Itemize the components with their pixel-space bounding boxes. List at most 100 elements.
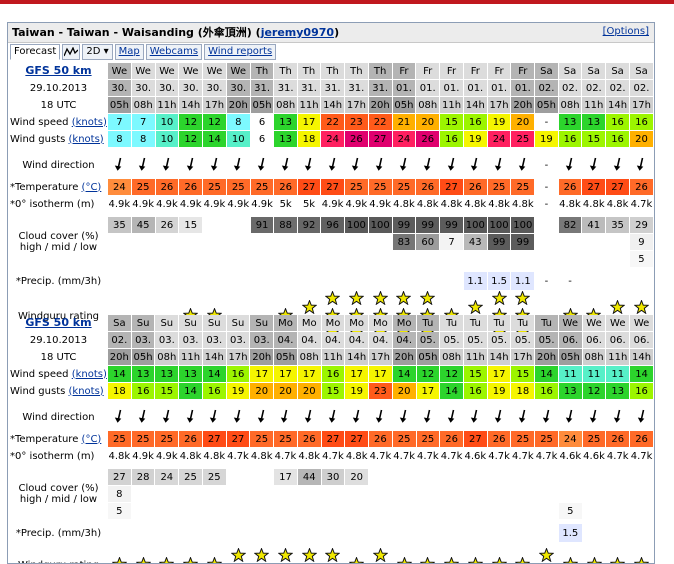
temperature-cell: 25 <box>416 431 440 447</box>
knots-link[interactable]: (knots) <box>72 117 107 128</box>
day-cell: We <box>203 63 226 79</box>
cloud-low-cell <box>297 503 321 519</box>
hour-cell: 17h <box>344 97 368 113</box>
knots-link[interactable]: (knots) <box>72 369 107 380</box>
hour-cell: 20h <box>226 97 250 113</box>
wind-arrow-icon <box>138 409 146 423</box>
isotherm-cell: 4.9k <box>251 198 273 210</box>
temperature-cell: 25 <box>131 179 155 195</box>
tab-chart[interactable] <box>62 44 81 60</box>
day-cell: We <box>155 63 179 79</box>
hour-cell: 11h <box>440 97 463 113</box>
day-cell: Su <box>131 315 155 331</box>
temperature-cell: 26 <box>630 431 653 447</box>
cloud-high-cell: 29 <box>629 217 653 233</box>
wind-speed-cell: 12 <box>203 114 226 130</box>
day-cell: Tu <box>463 315 487 331</box>
rating-cell <box>440 543 463 563</box>
precip-cell <box>322 524 345 542</box>
date-cell: 03. <box>202 332 226 348</box>
knots-link[interactable]: (knots) <box>69 134 104 145</box>
day-cell: We <box>107 63 131 79</box>
day-cell: Fr <box>463 63 487 79</box>
wind-speed-cell: 17 <box>297 114 321 130</box>
hour-cell: 20h <box>511 97 535 113</box>
wind-arrow-icon <box>447 157 454 171</box>
cloud-high-cell: 25 <box>179 469 202 485</box>
cloud-low-cell <box>202 503 226 519</box>
star-icon <box>253 547 270 563</box>
hour-cell: 05h <box>535 97 558 113</box>
cloud-low-cell <box>606 251 629 267</box>
run-time: 18 UTC <box>40 351 77 363</box>
precip-cell <box>298 272 320 290</box>
celsius-link[interactable]: (°C) <box>82 434 102 445</box>
wind-speed-cell: 13 <box>155 366 179 382</box>
precip-cell <box>132 524 155 542</box>
user-link[interactable]: jeremy0970 <box>261 26 334 39</box>
star-icon <box>419 291 436 306</box>
wind-direction-cell <box>274 404 297 430</box>
model-link[interactable]: GFS 50 km <box>25 316 91 329</box>
date-cell: 04. <box>321 332 345 348</box>
temperature-cell: 25 <box>107 431 131 447</box>
cloud-high-cell <box>463 469 487 485</box>
cloud-mid-cell: 83 <box>392 234 416 250</box>
cloud-low-cell <box>582 251 606 267</box>
cloud-low-cell <box>392 251 416 267</box>
hour-cell: 11h <box>606 349 630 365</box>
rating-cell <box>274 543 297 563</box>
hour-cell: 08h <box>274 97 297 113</box>
model-link[interactable]: GFS 50 km <box>25 64 91 77</box>
tab-wind-reports[interactable]: Wind reports <box>204 44 277 60</box>
cloud-low-cell <box>487 251 511 267</box>
precip-cell <box>583 524 606 542</box>
isotherm-cell: 4.7k <box>417 450 439 462</box>
isotherm-cell: 4.8k <box>511 198 534 210</box>
date-cell: 02. <box>558 80 582 96</box>
options-link[interactable]: [Options] <box>603 26 649 37</box>
cloud-mid-cell <box>535 234 558 250</box>
isotherm-cell: 4.8k <box>582 198 605 210</box>
temperature-label: *Temperature (°C) <box>10 181 102 193</box>
day-cell: We <box>226 63 250 79</box>
wind-arrow-icon <box>518 157 526 171</box>
star-icon <box>586 555 602 563</box>
cloud-low-cell <box>416 251 440 267</box>
hour-cell: 20h <box>392 349 416 365</box>
precip-cell <box>440 272 463 290</box>
tab-2d[interactable]: 2D ▾ <box>82 44 113 60</box>
tab-map[interactable]: Map <box>114 44 144 60</box>
cloud-mid-cell <box>558 234 582 250</box>
cloud-mid-cell <box>535 486 558 502</box>
celsius-link[interactable]: (°C) <box>82 182 102 193</box>
star-icon <box>609 555 626 563</box>
date-cell: 04. <box>369 332 392 348</box>
day-cell: Th <box>321 63 344 79</box>
precip-label: *Precip. (mm/3h) <box>15 527 102 539</box>
isotherm-cell: 5k <box>302 198 316 210</box>
star-icon <box>396 555 413 563</box>
isotherm-cell: 4.7k <box>606 450 629 462</box>
precip-cell <box>203 272 226 290</box>
wind-arrow-icon <box>186 157 194 171</box>
temperature-cell: 25 <box>203 179 226 195</box>
temperature-cell: 27 <box>582 179 606 195</box>
run-time: 18 UTC <box>40 99 77 111</box>
cloud-low-cell <box>297 251 321 267</box>
tab-webcams[interactable]: Webcams <box>145 44 203 60</box>
day-cell: We <box>606 315 630 331</box>
wind-arrow-icon <box>471 157 478 171</box>
temperature-cell: 26 <box>155 179 179 195</box>
knots-link[interactable]: (knots) <box>69 386 104 397</box>
isotherm-cell: 4.9k <box>345 198 368 210</box>
date-cell: 30. <box>107 80 131 96</box>
hour-cell: 08h <box>416 97 440 113</box>
rating-cell <box>203 543 226 563</box>
tab-forecast[interactable]: Forecast <box>10 44 61 60</box>
cloud-low-cell <box>226 251 250 267</box>
star-icon <box>182 555 199 563</box>
wind-direction-cell <box>630 404 653 430</box>
date-cell: 01. <box>392 80 416 96</box>
temperature-cell: 27 <box>440 179 463 195</box>
